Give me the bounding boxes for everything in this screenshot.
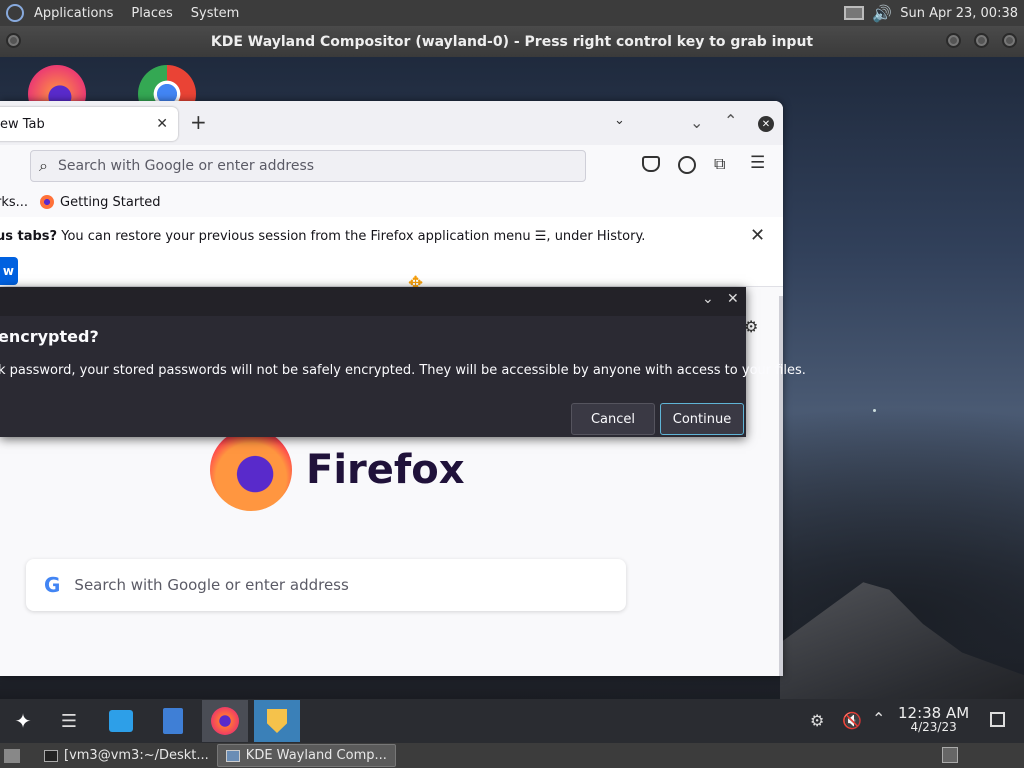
notice-close-icon[interactable]: ✕ [750,225,765,246]
encryption-warning-dialog: ⌄ ✕ encrypted? k password, your stored p… [0,287,806,437]
dialog-heading: encrypted? [0,327,99,346]
tab-close-icon[interactable]: ✕ [156,116,168,132]
maximize-button[interactable] [974,33,989,48]
host-tray: 🔊 Sun Apr 23, 00:38 [844,0,1018,26]
continue-button[interactable]: Continue [660,403,744,435]
firefox-task-button[interactable] [202,700,248,742]
menu-system[interactable]: System [191,6,239,21]
host-clock[interactable]: Sun Apr 23, 00:38 [900,6,1018,21]
firefox-icon [211,707,239,735]
cancel-button[interactable]: Cancel [571,403,655,435]
network-icon[interactable] [844,6,865,20]
close-button[interactable] [1002,33,1017,48]
gnome-foot-icon[interactable] [6,4,24,22]
files-icon [163,708,183,734]
panel-clock[interactable]: 12:38 AM 4/23/23 [898,704,970,735]
show-desktop-icon[interactable] [990,712,1005,727]
task-kde-label: KDE Wayland Comp... [245,748,387,763]
kde-panel: ✦ ☰ ⚙ 🔇 ⌃ 12:38 AM 4/23/23 [0,699,1024,743]
notice-action-button[interactable]: w [0,257,18,285]
compositor-titlebar[interactable]: KDE Wayland Compositor (wayland-0) - Pre… [0,26,1024,57]
notice-text: us tabs? You can restore your previous s… [0,229,645,244]
settings-sliders-icon: ☰ [60,710,78,732]
notice-body: You can restore your previous session fr… [57,229,646,244]
tab-label: ew Tab [0,116,45,132]
tray-expand-icon[interactable]: ⌃ [872,709,885,728]
firefox-brand: Firefox [210,429,465,511]
file-manager-button[interactable] [150,700,196,742]
shield-icon [267,709,287,733]
brand-wordmark: Firefox [306,447,465,493]
workspace-switcher-icon[interactable] [942,747,958,763]
host-top-panel: Applications Places System 🔊 Sun Apr 23,… [0,0,1024,26]
app-launcher-button[interactable]: ✦ [0,700,46,742]
account-icon[interactable] [678,156,696,174]
dialog-close-icon[interactable]: ✕ [727,291,739,307]
newtab-search-placeholder: Search with Google or enter address [74,576,349,594]
bookmark-other[interactable]: rks... [0,195,28,210]
minimize-chevron-icon[interactable]: ⌄ [690,113,703,132]
bookmark-getting-started[interactable]: Getting Started [60,195,161,210]
host-menu: Applications Places System [34,6,239,21]
discover-button[interactable] [98,700,144,742]
firefox-logo-icon [210,429,292,511]
scrollbar[interactable] [779,296,783,676]
firefox-favicon [40,195,55,209]
search-icon: ⌕ [39,156,48,175]
compositor-title: KDE Wayland Compositor (wayland-0) - Pre… [210,33,814,50]
list-tabs-chevron-icon[interactable]: ⌄ [614,113,625,128]
clock-date: 4/23/23 [910,720,957,734]
settings-gear-icon[interactable]: ⚙ [744,317,758,336]
extensions-icon[interactable]: ⧉ [714,154,725,174]
task-kde-compositor[interactable]: KDE Wayland Comp... [216,744,396,767]
show-desktop-host-icon[interactable] [4,748,20,763]
network-tray-icon[interactable]: ⚙ [810,711,824,730]
mute-volume-icon[interactable]: 🔇 [842,711,862,730]
new-tab-plus-icon[interactable]: + [190,110,207,134]
window-close-icon[interactable]: ✕ [758,116,774,132]
vault-task-button[interactable] [254,700,300,742]
tab-strip: ew Tab ✕ + ⌄ ⌄ ⌃ ✕ [0,101,783,145]
dialog-titlebar[interactable]: ⌄ ✕ [0,287,746,316]
url-placeholder: Search with Google or enter address [57,158,315,174]
system-settings-button[interactable]: ☰ [46,700,92,742]
menu-places[interactable]: Places [131,6,172,21]
store-bag-icon [109,710,133,732]
menu-applications[interactable]: Applications [34,6,113,21]
nav-bar: ⌕ Search with Google or enter address ⧉ … [0,145,783,187]
notice-bold: us tabs? [0,229,58,244]
window-icon [225,749,240,762]
google-g-icon: G [44,573,61,597]
task-terminal-label: [vm3@vm3:~/Deskt... [64,748,209,763]
app-menu-icon[interactable]: ☰ [750,153,765,173]
tab-new-tab[interactable]: ew Tab ✕ [0,107,178,141]
pocket-icon[interactable] [642,156,660,172]
window-menu-button[interactable] [6,33,21,48]
terminal-icon [44,749,58,762]
dialog-body: k password, your stored passwords will n… [0,363,806,378]
clock-time: 12:38 AM [898,704,970,722]
newtab-search-box[interactable]: G Search with Google or enter address [26,559,626,611]
host-bottom-panel: [vm3@vm3:~/Deskt... KDE Wayland Comp... [0,743,1024,768]
minimize-button[interactable] [946,33,961,48]
bookmarks-toolbar: rks... Getting Started [0,187,783,217]
url-bar[interactable]: ⌕ Search with Google or enter address [30,150,586,182]
task-terminal[interactable]: [vm3@vm3:~/Deskt... [36,744,217,767]
maximize-chevron-icon[interactable]: ⌃ [724,111,737,130]
volume-icon[interactable]: 🔊 [872,4,892,23]
restore-session-notice: us tabs? You can restore your previous s… [0,217,783,287]
launcher-icon: ✦ [14,709,32,733]
star [873,409,876,412]
dialog-minimize-icon[interactable]: ⌄ [702,291,714,307]
